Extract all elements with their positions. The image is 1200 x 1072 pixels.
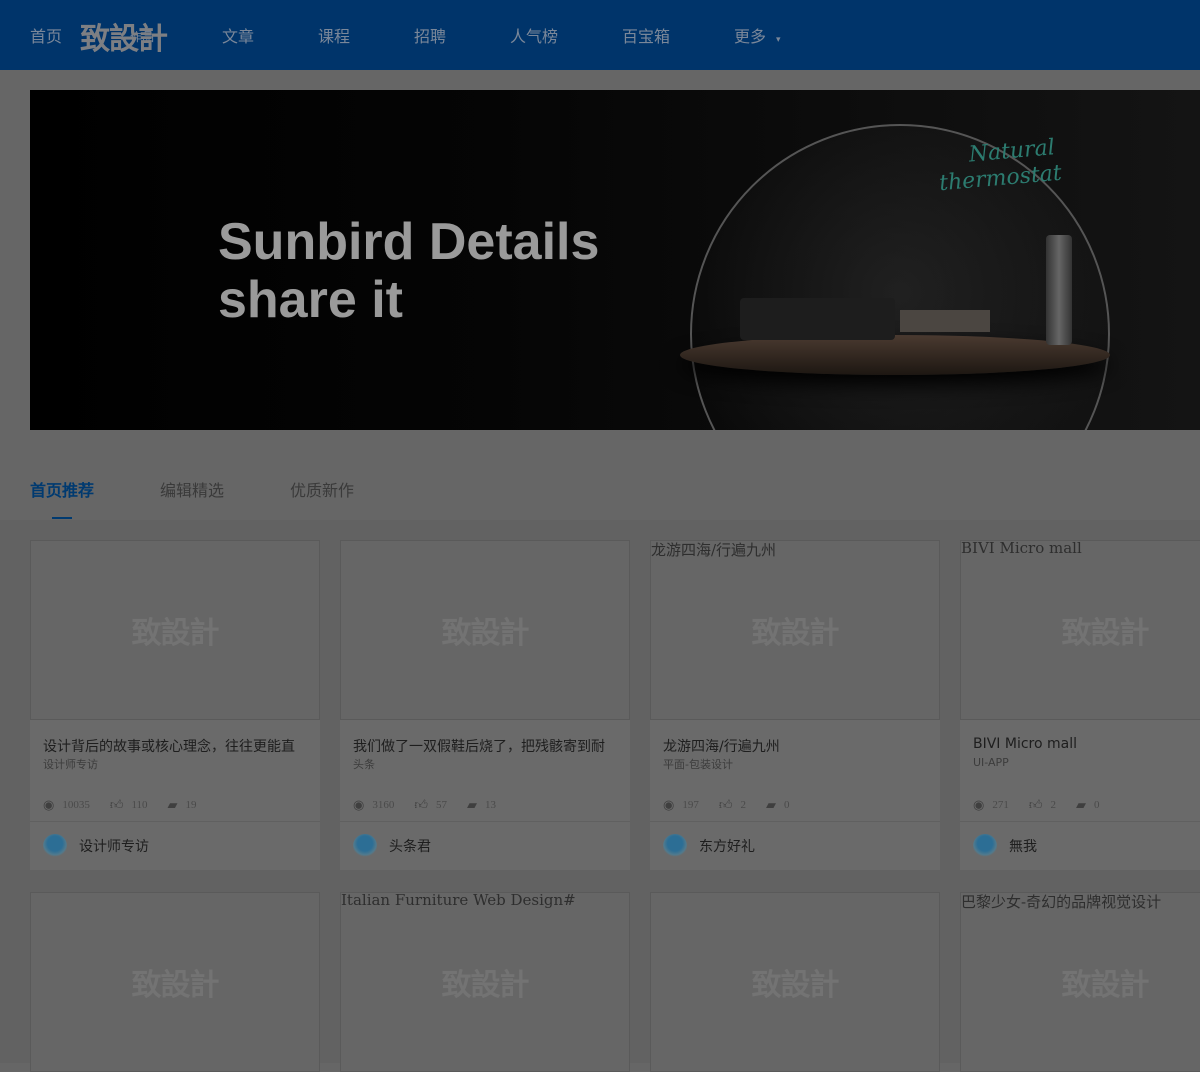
chevron-down-icon: ▾ — [776, 35, 781, 45]
nav-toolbox[interactable]: 百宝箱 — [622, 23, 670, 47]
banner-script-text: Natural thermostat — [936, 135, 1063, 198]
comment-count: 0 — [1093, 798, 1100, 811]
banner-headline-2: share it — [218, 271, 403, 329]
avatar[interactable] — [973, 834, 997, 858]
thumbs-up-icon[interactable]: 👍︎ — [1029, 797, 1043, 813]
watermark-logo: 致設計 — [1061, 616, 1150, 651]
work-card[interactable]: 致設計 龙游四海/行遍九州 龙游四海/行遍九州 平面-包装设计 ◉ 197 👍︎ 2… — [650, 540, 940, 870]
eye-icon: ◉ — [353, 796, 365, 812]
tab-editor-picks[interactable]: 编辑精选 — [160, 477, 224, 501]
like-count: 110 — [131, 798, 148, 811]
active-tab-indicator — [52, 517, 72, 519]
watermark-logo: 致設計 — [751, 616, 840, 651]
card-thumbnail[interactable]: 致設計 Italian Furniture Web Design# — [340, 891, 630, 1072]
thumbnail-alt-text: BIVI Micro mall — [961, 539, 1082, 557]
eye-icon: ◉ — [43, 796, 55, 812]
author-name[interactable]: 無我 — [1009, 836, 1037, 856]
card-stats: ◉ 271 👍︎ 2 ▰ 0 — [960, 788, 1200, 822]
card-category[interactable]: 设计师专访 — [30, 756, 320, 788]
card-thumbnail[interactable]: 致設計 BIVI Micro mall — [960, 539, 1200, 720]
card-thumbnail[interactable]: 致設計 — [30, 540, 320, 720]
comment-count: 0 — [783, 798, 790, 811]
thumbs-up-icon[interactable]: 👍︎ — [110, 797, 124, 813]
card-category[interactable]: UI-APP — [960, 756, 1200, 788]
view-count: 10035 — [62, 798, 90, 811]
author-name[interactable]: 头条君 — [389, 836, 431, 856]
avatar[interactable] — [663, 834, 687, 858]
card-title[interactable]: 我们做了一双假鞋后烧了，把残骸寄到耐 — [340, 720, 630, 756]
card-category[interactable]: 头条 — [340, 756, 630, 788]
card-author[interactable]: 东方好礼 — [650, 822, 940, 870]
card-category[interactable]: 平面-包装设计 — [650, 756, 940, 788]
card-thumbnail[interactable]: 致設計 龙游四海/行遍九州 — [650, 540, 940, 720]
card-stats: ◉ 3160 👍︎ 57 ▰ 13 — [340, 788, 630, 822]
comment-icon[interactable]: ▰ — [766, 797, 776, 813]
card-author[interactable]: 無我 — [960, 822, 1200, 870]
comment-count: 13 — [484, 798, 496, 811]
author-name[interactable]: 东方好礼 — [699, 836, 755, 856]
card-title[interactable]: BIVI Micro mall — [960, 720, 1200, 756]
work-card[interactable]: 致設計 我们做了一双假鞋后烧了，把残骸寄到耐 头条 ◉ 3160 👍︎ 57 ▰ 13… — [340, 540, 630, 870]
watermark-logo: 致設計 — [131, 616, 220, 651]
thumbnail-alt-text: 龙游四海/行遍九州 — [651, 541, 777, 559]
comment-icon[interactable]: ▰ — [1076, 797, 1086, 813]
card-author[interactable]: 头条君 — [340, 822, 630, 870]
thumbs-up-icon[interactable]: 👍︎ — [719, 797, 733, 813]
site-logo[interactable]: 致設計 — [80, 14, 168, 58]
comment-icon[interactable]: ▰ — [467, 797, 477, 813]
nav-jobs[interactable]: 招聘 — [414, 23, 446, 47]
thumbs-up-icon[interactable]: 👍︎ — [414, 797, 428, 813]
work-card[interactable]: 致設計 BIVI Micro mall BIVI Micro mall UI-A… — [960, 539, 1200, 870]
nav-courses[interactable]: 课程 — [318, 23, 350, 47]
author-name[interactable]: 设计师专访 — [79, 836, 149, 856]
work-card[interactable]: 致設計 Italian Furniture Web Design# — [340, 891, 630, 1072]
card-author[interactable]: 设计师专访 — [30, 822, 320, 870]
tab-home-recommend[interactable]: 首页推荐 — [30, 477, 94, 501]
watermark-logo: 致設計 — [1061, 968, 1150, 1003]
banner-headline-1: Sunbird Details — [218, 213, 600, 271]
comment-count: 19 — [185, 798, 197, 811]
card-title[interactable]: 设计背后的故事或核心理念，往往更能直 — [30, 720, 320, 756]
nav-home[interactable]: 首页 — [30, 23, 62, 47]
like-count: 2 — [740, 798, 746, 811]
view-count: 271 — [992, 798, 1009, 811]
card-thumbnail[interactable]: 致設計 — [340, 540, 630, 720]
card-stats: ◉ 10035 👍︎ 110 ▰ 19 — [30, 788, 320, 822]
eye-icon: ◉ — [663, 796, 675, 812]
avatar[interactable] — [353, 834, 377, 858]
nav-articles[interactable]: 文章 — [222, 23, 254, 47]
cabinet-illustration — [900, 310, 990, 332]
card-title[interactable]: 龙游四海/行遍九州 — [650, 720, 940, 756]
tab-quality-new[interactable]: 优质新作 — [290, 477, 354, 501]
hero-banner[interactable]: Natural thermostat Sunbird Details share … — [30, 90, 1200, 430]
work-card[interactable]: 致設計 巴黎少女-奇幻的品牌视觉设计 — [960, 892, 1200, 1072]
view-count: 3160 — [372, 798, 395, 811]
watermark-logo: 致設計 — [751, 968, 840, 1003]
top-nav: 首页 作品 致設計 文章 课程 招聘 人气榜 百宝箱 更多 ▾ — [0, 0, 1200, 70]
comment-icon[interactable]: ▰ — [168, 797, 178, 813]
watermark-logo: 致設計 — [131, 968, 220, 1003]
work-card[interactable]: 致設計 — [650, 892, 940, 1072]
work-card[interactable]: 致設計 设计背后的故事或核心理念，往往更能直 设计师专访 ◉ 10035 👍︎ 11… — [30, 540, 320, 870]
nav-popular[interactable]: 人气榜 — [510, 23, 558, 47]
thermostat-illustration — [1046, 235, 1072, 345]
view-count: 197 — [682, 798, 699, 811]
work-card[interactable]: 致設計 — [30, 892, 320, 1072]
watermark-logo: 致設計 — [441, 616, 530, 651]
like-count: 57 — [435, 798, 447, 811]
card-thumbnail[interactable]: 致設計 — [650, 892, 940, 1072]
nav-more[interactable]: 更多 ▾ — [734, 23, 781, 47]
card-stats: ◉ 197 👍︎ 2 ▰ 0 — [650, 788, 940, 822]
card-thumbnail[interactable]: 致設計 — [30, 892, 320, 1072]
sofa-illustration — [740, 298, 895, 340]
thumbnail-alt-text: Italian Furniture Web Design# — [341, 891, 576, 909]
nav-more-label: 更多 — [734, 27, 767, 46]
thumbnail-alt-text: 巴黎少女-奇幻的品牌视觉设计 — [961, 893, 1162, 911]
like-count: 2 — [1050, 798, 1056, 811]
avatar[interactable] — [43, 834, 67, 858]
eye-icon: ◉ — [973, 796, 985, 812]
watermark-logo: 致設計 — [441, 968, 530, 1003]
card-thumbnail[interactable]: 致設計 巴黎少女-奇幻的品牌视觉设计 — [960, 892, 1200, 1072]
